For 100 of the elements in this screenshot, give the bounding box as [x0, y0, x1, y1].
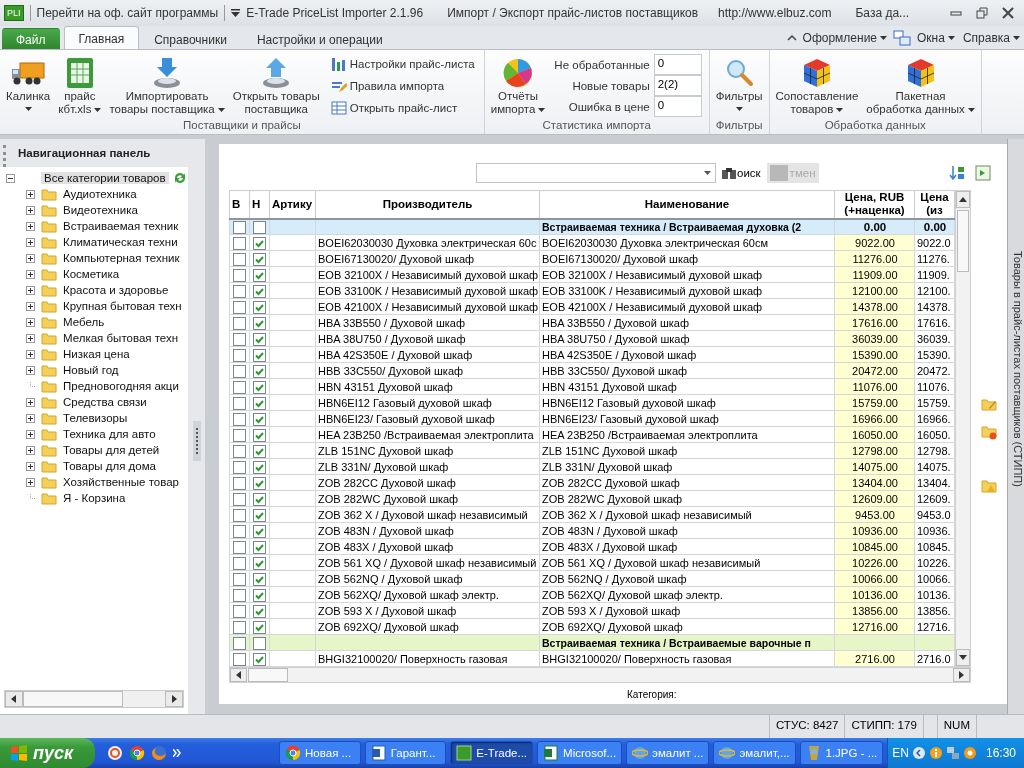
checkbox[interactable]	[233, 556, 246, 570]
checkbox[interactable]	[233, 572, 246, 586]
ribbon-tab[interactable]: Настройки и операции	[241, 28, 398, 49]
checkbox[interactable]	[233, 316, 246, 330]
scroll-down-icon[interactable]	[959, 655, 967, 660]
checkbox[interactable]	[253, 396, 266, 410]
taskbar-button[interactable]: Гарант...	[364, 741, 447, 765]
expand-icon[interactable]	[26, 333, 35, 343]
expand-icon[interactable]	[26, 445, 35, 455]
checkbox[interactable]	[233, 620, 246, 634]
checkbox[interactable]	[253, 588, 266, 602]
checkbox[interactable]	[253, 252, 266, 266]
refresh-icon[interactable]	[172, 170, 188, 186]
scrollbar-thumb[interactable]	[957, 210, 969, 272]
category-item[interactable]: Хозяйственные товар	[60, 476, 182, 488]
expand-icon[interactable]	[26, 237, 35, 247]
ribbon-button[interactable]: Открыть товары поставщика	[229, 54, 323, 118]
website-link[interactable]: Перейти на оф. сайт программы	[36, 6, 219, 20]
checkbox[interactable]	[253, 636, 266, 650]
expand-icon[interactable]	[26, 365, 35, 375]
category-item[interactable]: Новый год	[60, 364, 122, 376]
checkbox[interactable]	[233, 460, 246, 474]
expand-icon[interactable]	[26, 397, 35, 407]
menu-button[interactable]: Окна	[915, 30, 957, 45]
restore-icon[interactable]	[976, 7, 988, 19]
search-button[interactable]: оиск	[720, 163, 763, 183]
expand-icon[interactable]	[26, 189, 35, 199]
dropdown-icon[interactable]	[231, 9, 241, 17]
checkbox[interactable]	[253, 652, 266, 666]
category-item[interactable]: Низкая цена	[60, 348, 133, 360]
scrollbar-thumb[interactable]	[248, 668, 288, 682]
checkbox[interactable]	[253, 556, 266, 570]
checkbox[interactable]	[233, 252, 246, 266]
checkbox[interactable]	[253, 476, 266, 490]
checkbox[interactable]	[253, 316, 266, 330]
horizontal-scrollbar[interactable]	[229, 667, 971, 683]
expand-icon[interactable]	[26, 285, 35, 295]
category-item[interactable]: Встраиваемая техник	[60, 220, 182, 232]
side-tab[interactable]: Товары в прайс-листах поставщиков (СТИПП)	[1007, 139, 1024, 714]
checkbox[interactable]	[233, 508, 246, 522]
close-icon[interactable]	[1002, 7, 1014, 19]
taskbar-button[interactable]: Microsof...	[537, 741, 623, 765]
category-item[interactable]: Косметика	[60, 268, 123, 280]
menu-button[interactable]: Справка	[960, 30, 1022, 45]
category-item[interactable]: Аудиотехника	[60, 188, 140, 200]
ribbon-tab[interactable]: Справочники	[139, 28, 242, 49]
taskbar-button[interactable]: Новая ...	[279, 741, 361, 765]
start-button[interactable]: пуск	[0, 738, 96, 768]
column-header[interactable]: Цена (из	[914, 190, 955, 219]
checkbox[interactable]	[253, 364, 266, 378]
vertical-scrollbar[interactable]	[955, 190, 971, 667]
expand-icon[interactable]	[26, 301, 35, 311]
ribbon-button[interactable]: прайс кбт.xls	[55, 54, 105, 118]
checkbox[interactable]	[233, 380, 246, 394]
checkbox[interactable]	[253, 620, 266, 634]
checkbox[interactable]	[233, 492, 246, 506]
taskbar-button[interactable]: E-Trade...	[450, 741, 534, 765]
ribbon-button[interactable]: Открыть прайс-лист	[328, 98, 477, 118]
checkbox[interactable]	[233, 412, 246, 426]
checkbox[interactable]	[253, 492, 266, 506]
checkbox[interactable]	[253, 444, 266, 458]
checkbox[interactable]	[233, 332, 246, 346]
checkbox[interactable]	[253, 268, 266, 282]
ribbon-button[interactable]: Настройки прайс-листа	[328, 54, 477, 74]
column-header[interactable]: В	[229, 190, 250, 219]
language-indicator[interactable]: EN	[892, 746, 909, 760]
expand-icon[interactable]	[26, 253, 35, 263]
collapse-icon[interactable]	[6, 173, 15, 183]
info-icon[interactable]	[928, 746, 943, 760]
checkbox[interactable]	[233, 476, 246, 490]
collapse-ribbon-icon[interactable]	[786, 34, 797, 41]
category-item[interactable]: Средства связи	[60, 396, 150, 408]
checkbox[interactable]	[233, 604, 246, 618]
checkbox[interactable]	[233, 636, 246, 650]
ribbon-button[interactable]: Калинка	[3, 54, 54, 118]
ribbon-button[interactable]: Правила импорта	[328, 76, 477, 96]
checkbox[interactable]	[233, 300, 246, 314]
ribbon-tab[interactable]: Главная	[63, 26, 140, 49]
checkbox[interactable]	[253, 572, 266, 586]
checkbox[interactable]	[233, 396, 246, 410]
checkbox[interactable]	[233, 348, 246, 362]
checkbox[interactable]	[253, 236, 266, 250]
category-item[interactable]: Товары для дома	[60, 460, 159, 472]
column-header[interactable]: Н	[249, 190, 270, 219]
checkbox[interactable]	[253, 540, 266, 554]
expand-icon[interactable]	[26, 205, 35, 215]
expand-icon[interactable]	[26, 413, 35, 423]
splitter-handle[interactable]	[192, 420, 201, 461]
checkbox[interactable]	[233, 588, 246, 602]
checkbox[interactable]	[233, 428, 246, 442]
checkbox[interactable]	[233, 284, 246, 298]
checkbox[interactable]	[233, 652, 246, 666]
menu-button[interactable]: Оформление	[800, 30, 890, 45]
checkbox[interactable]	[253, 380, 266, 394]
checkbox[interactable]	[253, 300, 266, 314]
checkbox[interactable]	[253, 524, 266, 538]
ribbon-button[interactable]: Пакетная обработка данных	[863, 54, 978, 118]
category-item[interactable]: Видеотехника	[60, 204, 141, 216]
expand-icon[interactable]	[26, 461, 35, 471]
column-header[interactable]: Наименование	[539, 190, 835, 219]
